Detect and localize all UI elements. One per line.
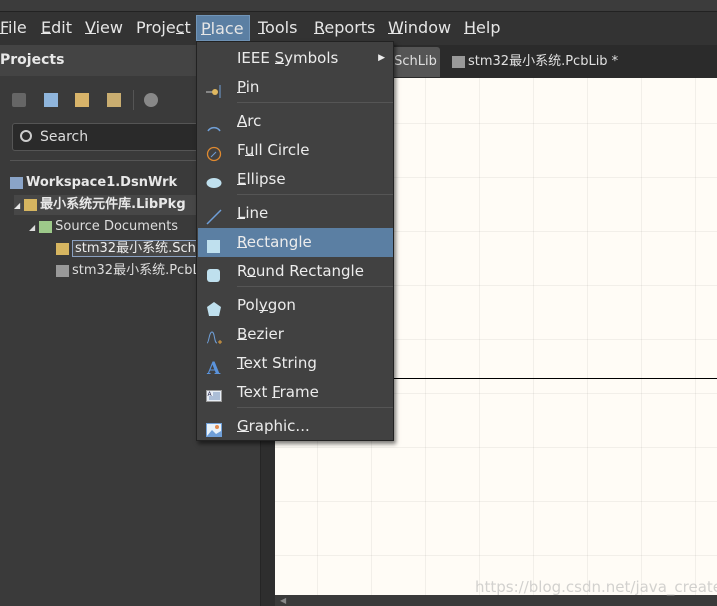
menu-separator: [237, 102, 393, 103]
libpkg-icon: [24, 198, 38, 211]
search-input[interactable]: Search: [12, 123, 202, 151]
menu-item-label: Text String: [237, 354, 317, 372]
search-placeholder: Search: [40, 129, 89, 145]
toolbar-divider: [133, 90, 134, 110]
tree-item-workspace[interactable]: Workspace1.DsnWrk: [10, 173, 177, 193]
menu-help[interactable]: Help: [460, 15, 504, 41]
ellipse-icon: [206, 172, 222, 188]
pcblib-icon: [452, 55, 465, 68]
tree-item-libpkg[interactable]: ◢ 最小系统元件库.LibPkg: [14, 195, 196, 215]
tab-schlib[interactable]: .SchLib: [386, 47, 440, 77]
tree-label: Workspace1.DsnWrk: [26, 175, 178, 190]
menu-edit[interactable]: Edit: [37, 15, 76, 41]
workspace-icon: [10, 176, 23, 189]
menu-project[interactable]: Project: [132, 15, 195, 41]
schlib-icon: [56, 242, 69, 255]
menu-reports[interactable]: Reports: [310, 15, 379, 41]
menu-item-graphic[interactable]: Graphic...: [198, 412, 393, 441]
menu-item-label: Line: [237, 204, 269, 222]
menu-item-label: Polygon: [237, 296, 296, 314]
horizontal-scrollbar[interactable]: ◀: [275, 595, 717, 606]
menu-item-bezier[interactable]: Bezier: [198, 320, 393, 349]
projects-panel-title: Projects: [0, 45, 196, 76]
menu-item-label: Graphic...: [237, 417, 310, 435]
folder-icon: [39, 220, 53, 233]
text-frame-icon: A: [206, 385, 222, 402]
menu-item-label: Arc: [237, 112, 262, 130]
expand-icon[interactable]: ◢: [29, 223, 35, 232]
menu-window[interactable]: Window: [384, 15, 455, 41]
save-icon[interactable]: [12, 93, 26, 107]
menu-item-label: IEEE Symbols: [237, 49, 339, 67]
expand-icon[interactable]: ◢: [14, 201, 20, 210]
arc-icon: [206, 114, 222, 132]
menu-file[interactable]: File: [0, 15, 31, 41]
menu-item-rectangle[interactable]: Rectangle: [198, 228, 393, 257]
svg-text:A: A: [206, 359, 221, 375]
menu-separator: [237, 286, 393, 287]
menu-item-pin[interactable]: Pin: [198, 73, 393, 102]
round-rectangle-icon: [206, 264, 222, 282]
place-menu-dropdown: IEEE Symbols ▶ Pin Arc Full Circle Ellipse Lin…: [196, 41, 394, 441]
menu-item-label: Rectangle: [237, 233, 312, 251]
polygon-icon: [206, 298, 222, 316]
menu-item-label: Text Frame: [237, 383, 319, 401]
menu-place[interactable]: Place: [196, 15, 250, 41]
menu-tools[interactable]: Tools: [254, 15, 301, 41]
menu-item-line[interactable]: Line: [198, 199, 393, 228]
text-string-icon: A: [206, 356, 222, 379]
menu-item-round-rectangle[interactable]: Round Rectangle: [198, 257, 393, 286]
menu-item-polygon[interactable]: Polygon: [198, 291, 393, 320]
folder-settings-icon[interactable]: [107, 93, 121, 107]
folder-search-icon[interactable]: [75, 93, 89, 107]
tree-item-pcblib[interactable]: stm32最小系统.PcbLib: [56, 261, 212, 281]
graphic-icon: [206, 419, 222, 437]
title-bar: [0, 0, 717, 12]
full-circle-icon: [206, 143, 222, 162]
menu-item-ellipse[interactable]: Ellipse: [198, 165, 393, 194]
search-icon: [20, 130, 32, 142]
line-icon: [206, 206, 222, 225]
watermark: https://blog.csdn.net/java_creater: [475, 578, 717, 596]
tree-label: Source Documents: [55, 219, 179, 234]
tree-item-source-documents[interactable]: ◢ Source Documents: [29, 217, 178, 237]
menu-item-ieee-symbols[interactable]: IEEE Symbols ▶: [198, 44, 393, 73]
tree-item-schlib[interactable]: stm32最小系统.SchLib: [56, 239, 218, 259]
menu-item-arc[interactable]: Arc: [198, 107, 393, 136]
tab-pcblib[interactable]: stm32最小系统.PcbLib *: [446, 47, 624, 77]
tab-label: stm32最小系统.PcbLib *: [468, 54, 619, 69]
menu-view[interactable]: View: [81, 15, 127, 41]
menu-separator: [237, 194, 393, 195]
submenu-arrow-icon: ▶: [378, 53, 385, 63]
scroll-left-icon[interactable]: ◀: [280, 596, 286, 605]
rectangle-icon: [206, 235, 222, 253]
menu-item-label: Bezier: [237, 325, 284, 343]
menu-item-full-circle[interactable]: Full Circle: [198, 136, 393, 165]
menu-item-text-frame[interactable]: A Text Frame: [198, 378, 393, 407]
menu-item-label: Full Circle: [237, 141, 310, 159]
copy-icon[interactable]: [44, 93, 58, 107]
tree-label: 最小系统元件库.LibPkg: [40, 197, 186, 212]
gear-icon[interactable]: [144, 93, 158, 107]
bezier-icon: [206, 327, 222, 344]
menu-item-label: Round Rectangle: [237, 262, 364, 280]
pin-icon: [206, 80, 222, 98]
divider: [10, 160, 196, 161]
menu-item-text-string[interactable]: A Text String: [198, 349, 393, 379]
menu-item-label: Ellipse: [237, 170, 286, 188]
tree-label: stm32最小系统.PcbLib: [72, 263, 212, 278]
menu-item-label: Pin: [237, 78, 260, 96]
canvas-line: [394, 378, 717, 379]
pcblib-icon: [56, 264, 69, 277]
menu-separator: [237, 407, 393, 408]
